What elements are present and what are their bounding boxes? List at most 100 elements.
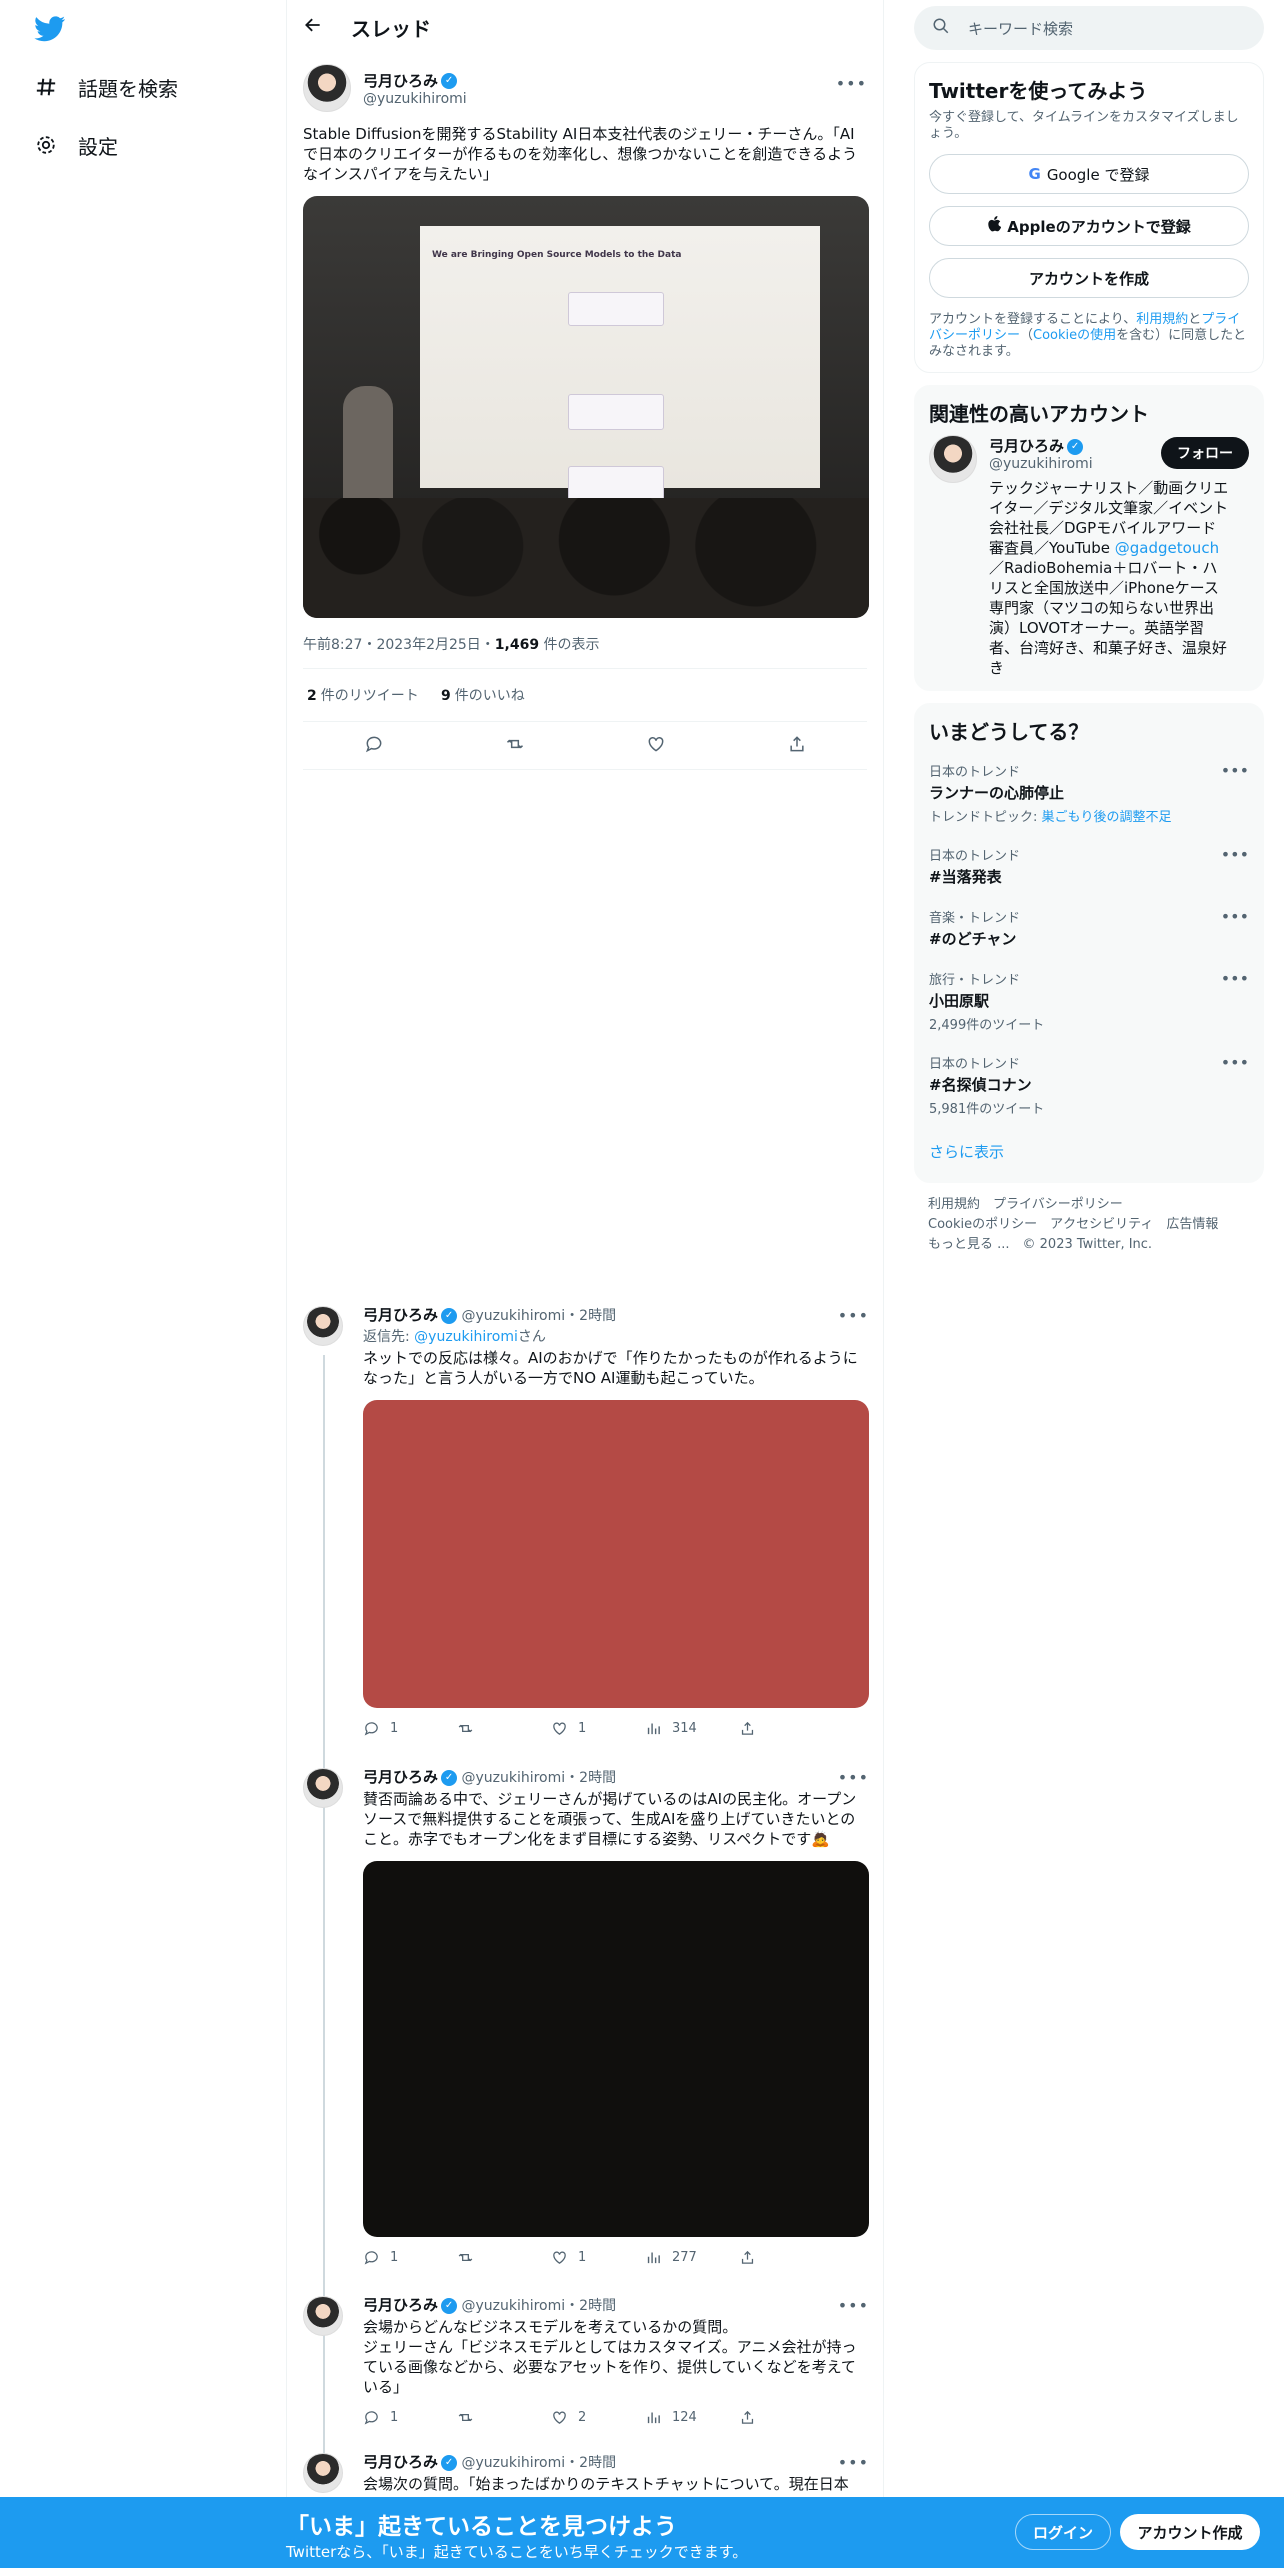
footer-line-2[interactable]: Cookieのポリシー アクセシビリティ 広告情報 <box>928 1215 1250 1235</box>
bio-link[interactable]: @gadgetouch <box>1115 539 1219 557</box>
terms-link[interactable]: 利用規約 <box>1136 312 1188 327</box>
avatar[interactable] <box>303 1306 343 1346</box>
reply-tweet-3[interactable]: 弓月ひろみ ✓ @yuzukihiromi・2時間 会場からどんなビジネスモデルを… <box>303 2296 869 2436</box>
verified-badge-icon: ✓ <box>441 2298 458 2314</box>
avatar[interactable] <box>303 64 351 112</box>
author-handle[interactable]: @yuzukihiromi <box>461 1770 565 1786</box>
author-handle[interactable]: @yuzukihiromi <box>461 2298 565 2314</box>
author-name[interactable]: 弓月ひろみ <box>363 1768 438 1786</box>
more-options-icon[interactable]: ••• <box>838 1306 869 1325</box>
thread-header: スレッド <box>287 0 883 54</box>
like-count: 2 <box>578 2409 587 2425</box>
tweet-action-bar: 1 1 277 <box>363 2247 869 2267</box>
back-arrow-icon[interactable] <box>303 15 323 39</box>
tweet-time[interactable]: 2時間 <box>579 2298 616 2314</box>
apple-signup-button[interactable]: Appleのアカウントで登録 <box>929 206 1249 246</box>
tweet-time[interactable]: 2時間 <box>579 1308 616 1324</box>
reply-icon[interactable] <box>364 734 384 758</box>
reply-button[interactable]: 1 <box>363 1720 457 1737</box>
trend-item[interactable]: 旅行・トレンド 小田原駅 2,499件のツイート ••• <box>929 959 1249 1043</box>
view-count: 124 <box>672 2409 697 2425</box>
like-stat[interactable]: 9 件のいいね <box>441 688 525 704</box>
author-handle[interactable]: @yuzukihiromi <box>461 1308 565 1324</box>
trends-card: いまどうしてる？ 日本のトレンド ランナーの心肺停止 トレンドトピック: 巣ごも… <box>914 703 1264 1183</box>
tweet-media[interactable] <box>363 1861 869 2237</box>
author-name[interactable]: 弓月ひろみ <box>363 72 438 90</box>
nav-explore[interactable]: 話題を検索 <box>34 67 178 107</box>
author-name[interactable]: 弓月ひろみ <box>363 2296 438 2314</box>
like-button[interactable]: 2 <box>551 2409 645 2426</box>
view-count: 1,469 <box>494 637 540 653</box>
gear-icon <box>34 133 58 157</box>
tweet-time[interactable]: 2時間 <box>579 1770 616 1786</box>
follow-button[interactable]: フォロー <box>1161 437 1249 469</box>
cookie-link[interactable]: Cookieの使用 <box>1033 328 1116 343</box>
google-signup-button[interactable]: G Google で登録 <box>929 154 1249 194</box>
views-button[interactable]: 124 <box>645 2409 739 2426</box>
twitter-logo-icon[interactable] <box>34 16 66 42</box>
avatar[interactable] <box>929 435 977 483</box>
reply-to-handle[interactable]: @yuzukihiromi <box>414 1329 518 1345</box>
retweet-icon[interactable] <box>505 734 525 758</box>
retweet-icon <box>458 2253 473 2261</box>
author-handle[interactable]: @yuzukihiromi <box>461 2455 565 2471</box>
retweet-stat[interactable]: 2 件のリツイート <box>307 688 419 704</box>
more-options-icon[interactable]: ••• <box>836 74 867 93</box>
share-icon[interactable] <box>787 734 807 758</box>
trend-item[interactable]: 音楽・トレンド #のどチャン ••• <box>929 897 1249 959</box>
signup-button[interactable]: アカウント作成 <box>1120 2514 1260 2550</box>
tweet-time[interactable]: 2時間 <box>579 2455 616 2471</box>
avatar[interactable] <box>303 2453 343 2493</box>
retweet-button[interactable] <box>457 2409 551 2426</box>
like-button[interactable]: 1 <box>551 1720 645 1737</box>
share-button[interactable] <box>739 1720 833 1737</box>
footer-line-1[interactable]: 利用規約 プライバシーポリシー <box>928 1195 1250 1215</box>
show-more-link[interactable]: さらに表示 <box>929 1127 1249 1170</box>
retweet-button[interactable] <box>457 2249 551 2266</box>
footer-line-3[interactable]: もっと見る ... © 2023 Twitter, Inc. <box>928 1235 1250 1255</box>
reply-tweet-4[interactable]: 弓月ひろみ ✓ @yuzukihiromi・2時間 会場次の質問。「始まったばかり… <box>303 2453 869 2497</box>
create-account-button[interactable]: アカウントを作成 <box>929 258 1249 298</box>
verified-badge-icon: ✓ <box>441 73 458 89</box>
trend-topic-link[interactable]: 巣ごもり後の調整不足 <box>1042 810 1172 825</box>
trend-item[interactable]: 日本のトレンド #名探偵コナン 5,981件のツイート ••• <box>929 1043 1249 1127</box>
reply-to-suffix: さん <box>517 1329 546 1345</box>
more-options-icon[interactable]: ••• <box>1221 1053 1249 1072</box>
more-options-icon[interactable]: ••• <box>1221 761 1249 780</box>
bottom-bar-title: 「いま」起きていることを見つけよう <box>286 2514 677 2540</box>
like-icon[interactable] <box>646 734 666 758</box>
trend-item[interactable]: 日本のトレンド #当落発表 ••• <box>929 835 1249 897</box>
reply-button[interactable]: 1 <box>363 2249 457 2266</box>
reply-tweet-2[interactable]: 弓月ひろみ ✓ @yuzukihiromi・2時間 賛否両論ある中で、ジェリーさん… <box>303 1768 869 2268</box>
trend-item[interactable]: 日本のトレンド ランナーの心肺停止 トレンドトピック: 巣ごもり後の調整不足 •… <box>929 751 1249 835</box>
views-button[interactable]: 314 <box>645 1720 739 1737</box>
tweet-photo[interactable]: We are Bringing Open Source Models to th… <box>303 196 869 618</box>
avatar[interactable] <box>303 1768 343 1808</box>
more-options-icon[interactable]: ••• <box>1221 969 1249 988</box>
author-name[interactable]: 弓月ひろみ <box>989 437 1064 455</box>
share-icon <box>741 2410 754 2424</box>
more-options-icon[interactable]: ••• <box>838 2296 869 2315</box>
more-options-icon[interactable]: ••• <box>838 2453 869 2472</box>
share-button[interactable] <box>739 2249 833 2266</box>
login-button[interactable]: ログイン <box>1015 2514 1111 2550</box>
like-button[interactable]: 1 <box>551 2249 645 2266</box>
share-button[interactable] <box>739 2409 833 2426</box>
views-button[interactable]: 277 <box>645 2249 739 2266</box>
author-name[interactable]: 弓月ひろみ <box>363 2453 438 2471</box>
author-handle[interactable]: @yuzukihiromi <box>363 91 467 107</box>
related-account[interactable]: 弓月ひろみ ✓ @yuzukihiromi テックジャーナリスト／動画クリエイター… <box>929 435 1249 678</box>
more-options-icon[interactable]: ••• <box>838 1768 869 1787</box>
tweet-timestamp[interactable]: 午前8:27・2023年2月25日 <box>303 637 481 653</box>
tweet-action-bar: 1 1 314 <box>363 1718 869 1738</box>
more-options-icon[interactable]: ••• <box>1221 907 1249 926</box>
search-box[interactable]: キーワード検索 <box>914 6 1264 50</box>
nav-settings[interactable]: 設定 <box>34 125 118 165</box>
more-options-icon[interactable]: ••• <box>1221 845 1249 864</box>
retweet-button[interactable] <box>457 1720 551 1737</box>
tweet-media[interactable] <box>363 1400 869 1708</box>
reply-tweet-1[interactable]: 弓月ひろみ ✓ @yuzukihiromi・2時間 返信先: @yuzukihir… <box>303 1306 869 1746</box>
author-name[interactable]: 弓月ひろみ <box>363 1306 438 1324</box>
reply-button[interactable]: 1 <box>363 2409 457 2426</box>
avatar[interactable] <box>303 2296 343 2336</box>
